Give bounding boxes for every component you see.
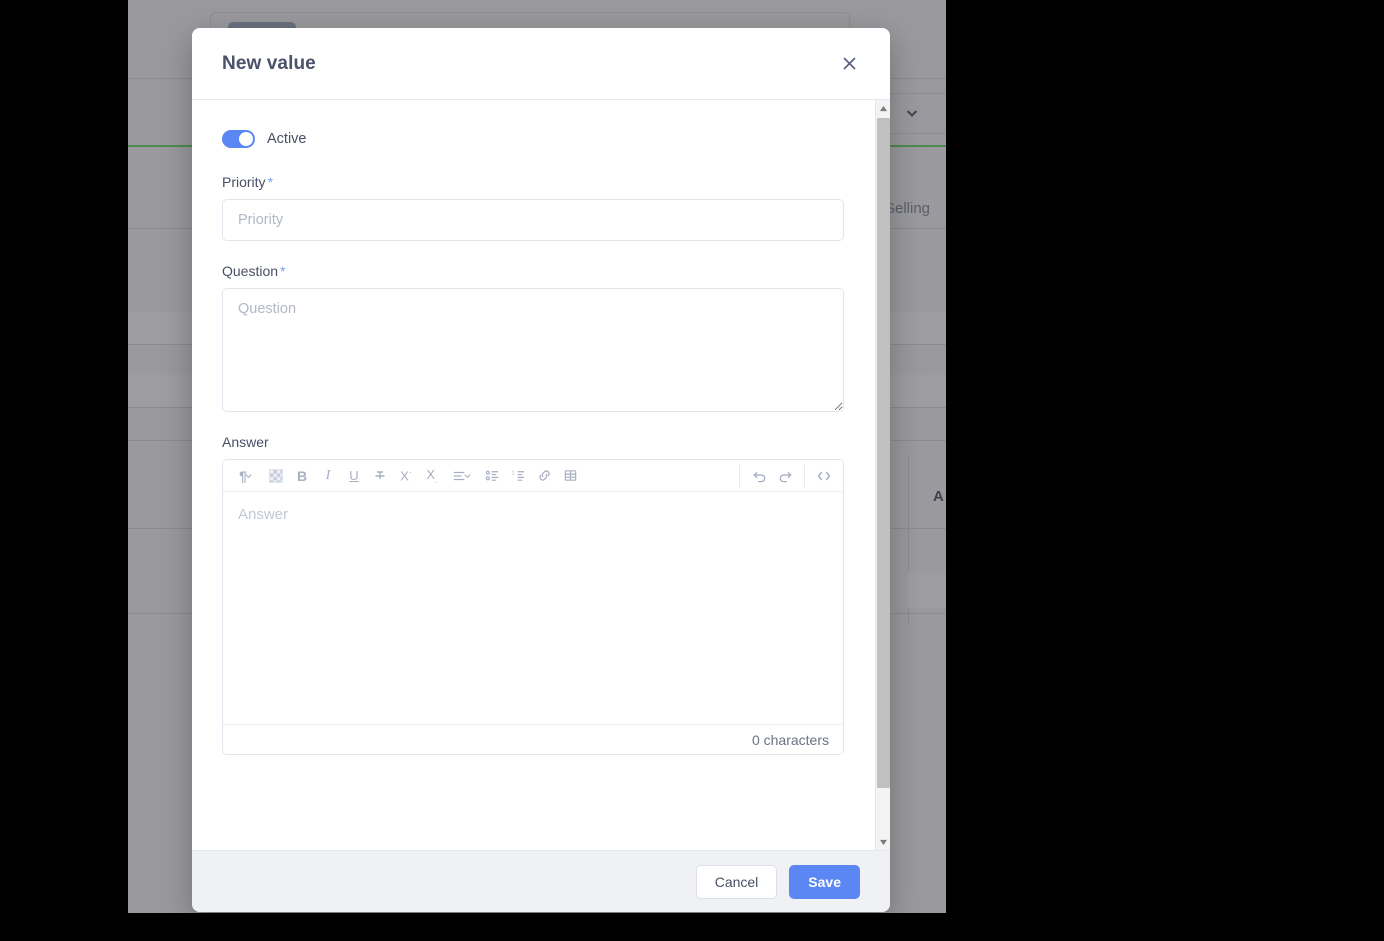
dialog-title: New value [222, 52, 316, 74]
priority-field: Priority * [222, 174, 844, 241]
align-icon[interactable] [445, 463, 479, 489]
toggle-knob [239, 132, 253, 146]
close-icon[interactable] [836, 51, 862, 77]
dialog-footer: Cancel Save [192, 850, 890, 912]
active-toggle-label: Active [267, 131, 307, 147]
bold-icon[interactable]: B [289, 463, 315, 489]
bullet-list-icon[interactable] [479, 463, 505, 489]
background-color-icon[interactable] [263, 463, 289, 489]
priority-input[interactable] [222, 199, 844, 241]
numbered-list-icon[interactable]: 1 [505, 463, 531, 489]
toolbar-separator [804, 464, 805, 487]
character-count: 0 characters [751, 731, 829, 748]
italic-icon[interactable]: I [315, 463, 341, 489]
toolbar-separator [739, 464, 740, 487]
rich-text-editor: ¶ B I U X· X. 1 Answer 0 characters [222, 459, 844, 755]
subscript-icon[interactable]: X. [419, 463, 445, 489]
question-textarea[interactable] [222, 288, 844, 412]
active-toggle[interactable] [222, 130, 255, 148]
strikethrough-icon[interactable] [367, 463, 393, 489]
answer-field: Answer ¶ B I U X· X. 1 Answer 0 characte… [222, 434, 844, 755]
dialog-header: New value [192, 28, 890, 100]
answer-label: Answer [222, 434, 269, 450]
background-column-header: A [933, 488, 944, 505]
scroll-down-icon[interactable] [876, 834, 890, 850]
editor-toolbar: ¶ B I U X· X. 1 [223, 460, 843, 492]
scrollbar-thumb[interactable] [877, 118, 890, 788]
save-button[interactable]: Save [789, 864, 860, 899]
answer-editor-body[interactable]: Answer [223, 492, 843, 724]
underline-icon[interactable]: U [341, 463, 367, 489]
question-label-text: Question [222, 263, 279, 279]
dialog-scroll-area: Active Priority* Question* Answer [192, 100, 890, 850]
question-label: Question * [222, 263, 822, 279]
cancel-button[interactable]: Cancel [695, 864, 778, 899]
scroll-up-icon[interactable] [876, 100, 890, 116]
undo-icon[interactable] [746, 463, 772, 489]
background-cell [908, 573, 946, 608]
background-column-selling: Selling [885, 200, 931, 217]
superscript-icon[interactable]: X· [393, 463, 419, 489]
required-marker: * [267, 174, 274, 190]
new-value-dialog: New value Active Priority * Priority Que… [192, 28, 890, 912]
answer-editor-placeholder: Answer [238, 506, 289, 523]
paragraph-format-icon[interactable]: ¶ [229, 463, 263, 489]
dialog-scrollbar[interactable] [875, 100, 890, 850]
code-view-icon[interactable] [811, 463, 837, 489]
screen: Selling A New value Active Priority * Pr… [0, 0, 1384, 941]
editor-status-bar: 0 characters [223, 724, 843, 754]
redo-icon[interactable] [772, 463, 798, 489]
priority-label-text: Priority [222, 174, 266, 190]
dialog-body: Active Priority* Question* Answer [192, 100, 852, 817]
active-toggle-row: Active [222, 130, 822, 148]
insert-link-icon[interactable] [531, 463, 557, 489]
insert-table-icon[interactable] [557, 463, 583, 489]
priority-label: Priority * [222, 174, 822, 190]
svg-text:1: 1 [511, 471, 514, 477]
chevron-down-icon [904, 105, 920, 121]
question-field: Question * [222, 263, 844, 412]
required-marker: * [280, 263, 286, 279]
